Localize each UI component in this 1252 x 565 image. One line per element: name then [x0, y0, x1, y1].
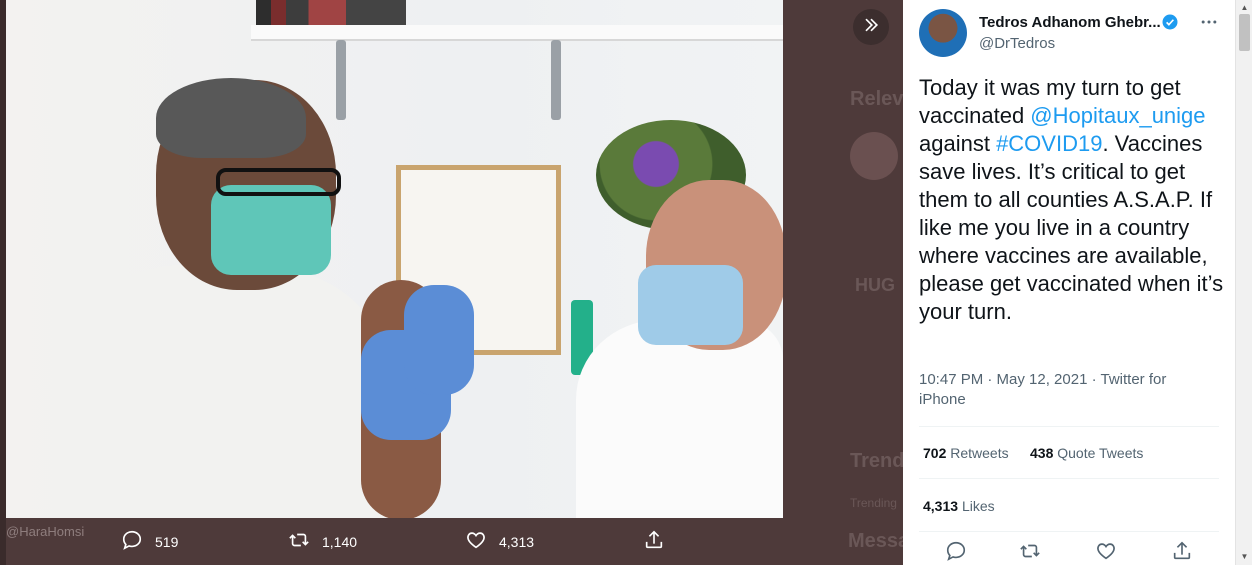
scroll-thumb[interactable]	[1239, 14, 1250, 51]
avatar[interactable]	[919, 9, 967, 57]
panel-like-button[interactable]	[1095, 540, 1121, 565]
quote-stat-label: Quote Tweets	[1057, 445, 1144, 461]
reply-icon	[945, 541, 967, 565]
author-handle[interactable]: @DrTedros	[979, 35, 1055, 52]
more-options-button[interactable]	[1197, 12, 1221, 36]
scrollbar[interactable]: ▲ ▼	[1235, 0, 1252, 565]
tweet-text: Today it was my turn to get vaccinated @…	[919, 74, 1224, 326]
retweet-icon	[288, 529, 310, 554]
bg-trending-label: Trending	[850, 496, 897, 510]
bg-avatar	[850, 132, 898, 180]
image-action-bar: @HaraHomsi 519 1,140 4,313	[6, 518, 783, 565]
scroll-up-arrow[interactable]: ▲	[1236, 0, 1252, 14]
author-name[interactable]: Tedros Adhanom Ghebr...	[979, 14, 1161, 31]
divider	[919, 426, 1219, 427]
tweet-timestamp[interactable]: 10:47 PM · May 12, 2021 · Twitter for iP…	[919, 370, 1189, 410]
bg-messages-heading: Messa	[848, 530, 910, 552]
tweet-panel: Tedros Adhanom Ghebr... @DrTedros Today …	[903, 0, 1235, 565]
expand-panel-button[interactable]	[853, 9, 889, 45]
like-button[interactable]: 4,313	[465, 518, 534, 565]
likes-stat[interactable]: 4,313 Likes	[923, 498, 995, 514]
like-count: 4,313	[499, 533, 535, 550]
bg-hug-logo: HUG	[855, 275, 895, 295]
photo-watermark: @HaraHomsi	[6, 524, 85, 539]
mention-link[interactable]: @Hopitaux_unige	[1030, 103, 1205, 128]
panel-retweet-button[interactable]	[1019, 540, 1045, 565]
share-button[interactable]	[643, 518, 665, 565]
panel-reply-button[interactable]	[945, 540, 971, 565]
reply-button[interactable]: 519	[121, 518, 178, 565]
share-icon	[643, 529, 665, 554]
retweets-stat-count: 702	[923, 445, 947, 461]
like-icon	[465, 529, 487, 554]
tweet-action-bar	[919, 540, 1219, 565]
tweet-text-part: against	[919, 131, 997, 156]
tweet-photo[interactable]	[6, 0, 783, 518]
hashtag-link[interactable]: #COVID19	[996, 131, 1102, 156]
tweet-text-part: . Vaccines save lives. It’s critical to …	[919, 131, 1224, 324]
quote-stat-count: 438	[1030, 445, 1054, 461]
divider	[919, 531, 1219, 532]
reply-count: 519	[155, 533, 179, 550]
scroll-down-arrow[interactable]: ▼	[1236, 549, 1252, 563]
retweet-button[interactable]: 1,140	[288, 518, 357, 565]
background-page: Relev HUG Trend Trending Messa	[783, 0, 909, 565]
app-root: Relev HUG Trend Trending Messa @HaraHoms…	[0, 0, 1252, 565]
likes-stat-label: Likes	[961, 498, 995, 514]
panel-share-button[interactable]	[1171, 540, 1197, 565]
likes-stat-count: 4,313	[923, 498, 959, 514]
expand-icon	[861, 15, 881, 40]
more-icon	[1199, 12, 1219, 37]
share-icon	[1171, 541, 1193, 565]
quote-tweets-stat[interactable]: 438 Quote Tweets	[1030, 445, 1143, 461]
bg-relevant-heading: Relev	[850, 88, 904, 110]
verified-icon	[1161, 13, 1179, 31]
like-icon	[1095, 543, 1117, 565]
retweets-stat[interactable]: 702 Retweets	[923, 445, 1009, 461]
reply-icon	[121, 529, 143, 554]
retweets-stat-label: Retweets	[950, 445, 1009, 461]
retweet-count: 1,140	[322, 533, 358, 550]
retweet-icon	[1019, 544, 1041, 565]
divider	[919, 478, 1219, 479]
bg-trends-heading: Trend	[850, 450, 905, 472]
